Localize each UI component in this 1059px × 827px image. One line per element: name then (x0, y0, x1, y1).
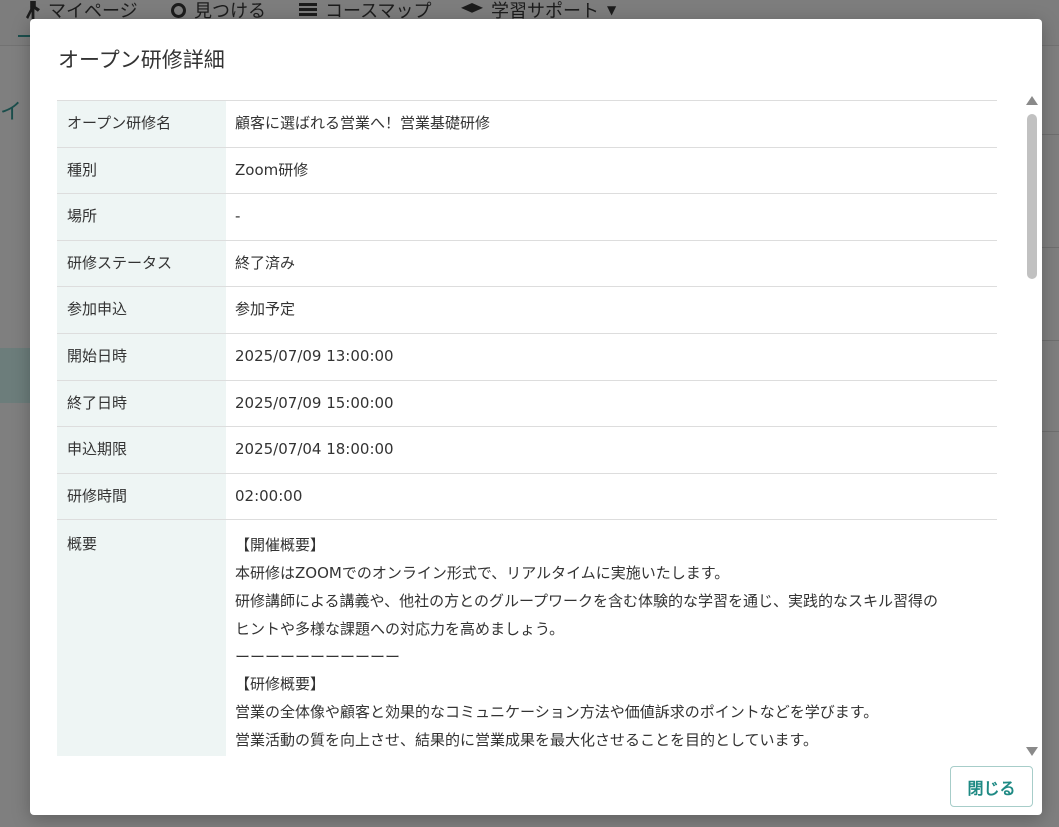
summary-line: 営業の全体像や顧客と効果的なコミュニケーション方法や価値訴求のポイントなどを学び… (235, 703, 879, 722)
row-label: 場所 (57, 193, 226, 241)
detail-row-start: 開始日時 2025/07/09 13:00:00 (57, 332, 997, 381)
search-icon (171, 2, 186, 18)
row-label: 研修ステータス (57, 239, 226, 287)
modal-title: オープン研修詳細 (58, 48, 225, 72)
detail-row-location: 場所 - (57, 193, 997, 241)
background-divider (1041, 340, 1059, 341)
row-value: Zoom研修 (226, 146, 997, 194)
detail-row-summary: 概要 【開催概要】 本研修はZOOMでのオンライン形式で、リアルタイムに実施いた… (57, 519, 997, 756)
background-divider (1041, 247, 1059, 248)
background-divider (1041, 134, 1059, 135)
row-label: 研修時間 (57, 472, 226, 520)
row-value: 2025/07/09 15:00:00 (226, 379, 997, 427)
summary-line: 本研修はZOOMでのオンライン形式で、リアルタイムに実施いたします。 (235, 564, 730, 583)
row-label: 申込期限 (57, 426, 226, 474)
row-value: 参加予定 (226, 286, 997, 334)
row-value: 2025/07/09 13:00:00 (226, 332, 997, 381)
modal-scrollbar[interactable] (1023, 96, 1039, 756)
row-value: 終了済み (226, 239, 997, 287)
list-icon (299, 3, 317, 17)
row-label: 開始日時 (57, 332, 226, 381)
summary-line: 【開催概要】 (235, 536, 326, 555)
summary-line: 研修講師による講義や、他社の方とのグループワークを含む体験的な学習を通じ、実践的… (235, 591, 939, 610)
detail-row-type: 種別 Zoom研修 (57, 146, 997, 194)
background-page-heading: イ (0, 100, 23, 125)
detail-row-name: オープン研修名 顧客に選ばれる営業へ！営業基礎研修 (57, 100, 997, 148)
row-label: オープン研修名 (57, 100, 226, 148)
row-value: 02:00:00 (226, 472, 997, 520)
summary-text: 【開催概要】 本研修はZOOMでのオンライン形式で、リアルタイムに実施いたします… (226, 519, 997, 756)
detail-row-end: 終了日時 2025/07/09 15:00:00 (57, 379, 997, 427)
row-value: 顧客に選ばれる営業へ！営業基礎研修 (226, 100, 997, 148)
row-value: 2025/07/04 18:00:00 (226, 426, 997, 474)
row-value: - (226, 193, 997, 241)
background-highlight (0, 348, 30, 403)
modal-body[interactable]: オープン研修名 顧客に選ばれる営業へ！営業基礎研修 種別 Zoom研修 場所 -… (57, 100, 997, 756)
person-icon (26, 1, 40, 19)
scroll-up-arrow-icon[interactable] (1026, 96, 1038, 105)
row-label: 種別 (57, 146, 226, 194)
background-divider (1041, 431, 1059, 432)
caret-down-icon: ▼ (607, 3, 617, 17)
summary-line: ーーーーーーーーーーー (235, 647, 401, 666)
detail-row-duration: 研修時間 02:00:00 (57, 472, 997, 520)
row-label: 終了日時 (57, 379, 226, 427)
scroll-thumb[interactable] (1027, 114, 1037, 279)
detail-row-application: 参加申込 参加予定 (57, 286, 997, 334)
summary-line: 【研修概要】 (235, 675, 326, 694)
training-detail-modal: オープン研修詳細 オープン研修名 顧客に選ばれる営業へ！営業基礎研修 種別 Zo… (30, 19, 1042, 815)
scroll-down-arrow-icon[interactable] (1026, 747, 1038, 756)
summary-line: 営業活動の質を向上させ、結果的に営業成果を最大化させることを目的としています。 (235, 730, 819, 749)
detail-row-status: 研修ステータス 終了済み (57, 239, 997, 287)
graduation-cap-icon (461, 3, 483, 13)
close-button[interactable]: 閉じる (950, 766, 1033, 807)
detail-row-deadline: 申込期限 2025/07/04 18:00:00 (57, 426, 997, 474)
details-table: オープン研修名 顧客に選ばれる営業へ！営業基礎研修 種別 Zoom研修 場所 -… (57, 100, 997, 756)
row-label: 参加申込 (57, 286, 226, 334)
row-label: 概要 (57, 519, 226, 756)
summary-line: ヒントや多様な課題への対応力を高めましょう。 (235, 619, 565, 638)
